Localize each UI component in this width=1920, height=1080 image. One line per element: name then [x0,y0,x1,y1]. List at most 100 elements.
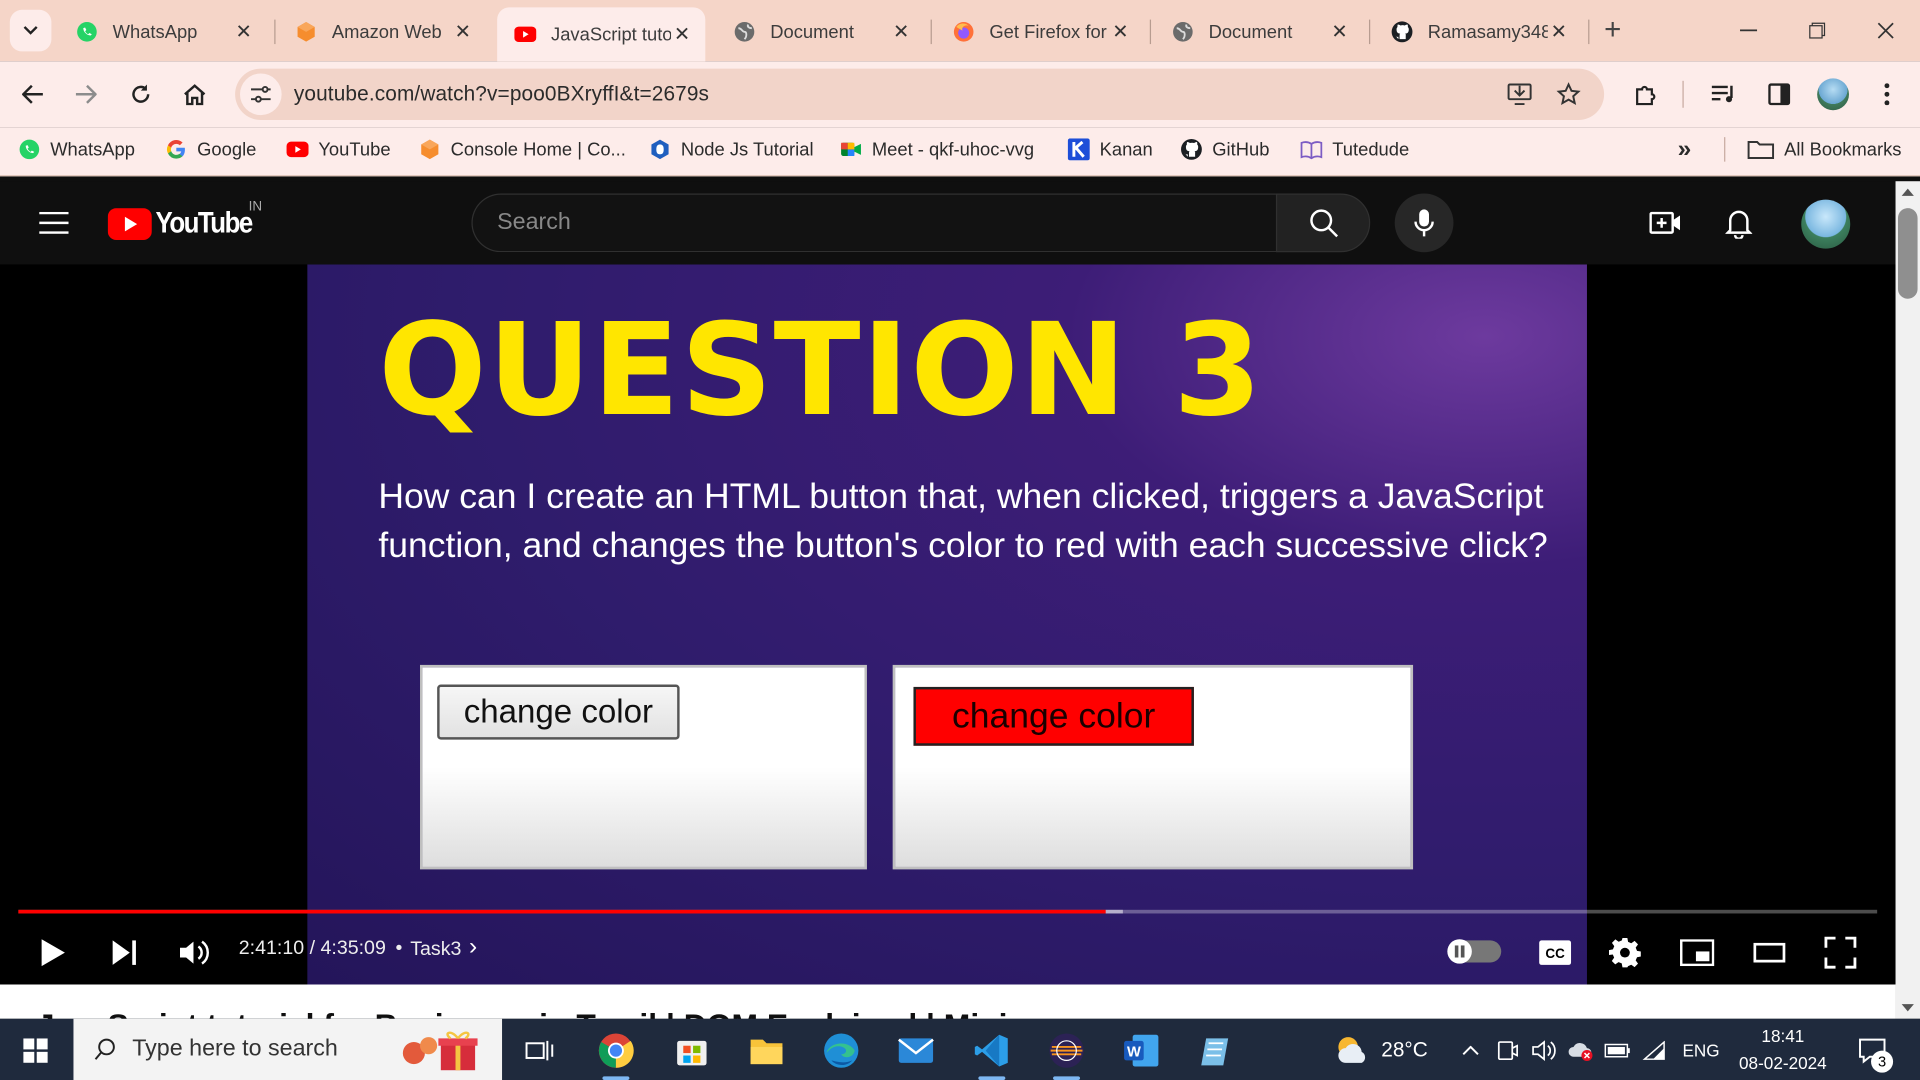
install-icon [1507,83,1532,106]
tab-document-2[interactable]: Document ✕ [1155,10,1363,54]
page-scrollbar[interactable] [1895,181,1920,1019]
edge-taskbar-button[interactable] [820,1030,862,1072]
theater-mode-button[interactable] [1747,931,1791,975]
eclipse-taskbar-button[interactable] [1046,1030,1088,1080]
account-avatar[interactable] [1801,199,1851,249]
scroll-up-icon[interactable] [1901,188,1914,196]
scroll-thumb[interactable] [1897,208,1918,299]
tab-amazon-web[interactable]: Amazon Web ✕ [278,10,486,54]
close-window-button[interactable] [1866,11,1905,50]
bookmarks-bar: WhatsApp Google YouTube Console Home | C… [0,127,1920,177]
bookmark-whatsapp[interactable]: WhatsApp [18,127,135,171]
bookmark-label: Tutedude [1332,138,1410,160]
profile-button[interactable] [1813,75,1852,114]
miniplayer-button[interactable] [1675,931,1719,975]
tab-search-button[interactable] [9,9,52,52]
new-tab-button[interactable]: + [1593,11,1632,50]
tab-whatsapp[interactable]: WhatsApp ✕ [59,10,267,54]
settings-button[interactable] [1603,931,1647,975]
video-player[interactable]: QUESTION 3 How can I create an HTML butt… [0,264,1896,985]
extensions-button[interactable] [1626,75,1665,114]
clock-time[interactable]: 18:41 [1739,1026,1827,1046]
mute-button[interactable] [173,931,217,975]
tab-get-firefox[interactable]: Get Firefox for ✕ [936,10,1144,54]
minimize-button[interactable] [1729,11,1768,50]
clock-date[interactable]: 08-02-2024 [1729,1053,1837,1073]
scroll-down-icon[interactable] [1901,1004,1914,1012]
youtube-logo[interactable]: YouTube IN [107,200,265,241]
close-icon[interactable]: ✕ [1548,20,1570,44]
notes-icon [1201,1038,1229,1066]
bookmark-node-js-tutorial[interactable]: Node Js Tutorial [649,127,814,171]
tab-title: Document [1208,21,1293,43]
word-taskbar-button[interactable]: W [1120,1030,1162,1072]
close-icon[interactable]: ✕ [671,22,693,46]
miniplayer-icon [1680,939,1715,967]
bookmark-star-button[interactable] [1549,75,1588,114]
address-bar[interactable]: youtube.com/watch?v=poo0BXryffI&t=2679s [235,68,1605,121]
voice-search-button[interactable] [1394,193,1454,253]
autoplay-toggle[interactable] [1447,939,1502,964]
show-hidden-icons-button[interactable] [1455,1030,1487,1072]
close-icon[interactable]: ✕ [1329,20,1351,44]
battery-icon[interactable] [1602,1030,1634,1072]
task-view-icon [525,1040,554,1061]
chapter-button[interactable]: Task3 [410,939,461,961]
taskbar-search-input[interactable]: Type here to search [73,1018,503,1080]
restore-button[interactable] [1798,11,1837,50]
vscode-taskbar-button[interactable] [971,1030,1013,1080]
youtube-search-input[interactable]: Search [471,193,1278,253]
media-controls-button[interactable] [1705,75,1744,114]
meet-now-icon[interactable] [1491,1030,1523,1072]
closed-captions-icon: CC [1539,940,1572,965]
next-button[interactable] [103,931,147,975]
tab-document-1[interactable]: Document ✕ [716,10,924,54]
tab-github-ramasamy[interactable]: Ramasamy348 ✕ [1374,10,1582,54]
subtitles-button[interactable]: CC [1533,931,1577,975]
close-icon[interactable]: ✕ [452,20,474,44]
search-button[interactable] [1275,193,1371,253]
bookmark-meet[interactable]: Meet - qkf-uhoc-vvg [840,127,1034,171]
tab-javascript-tutorial[interactable]: JavaScript tuto ✕ [497,7,706,62]
side-panel-button[interactable] [1760,75,1799,114]
create-button[interactable] [1646,203,1685,242]
bookmark-youtube[interactable]: YouTube [286,127,391,171]
onedrive-error-icon[interactable] [1565,1030,1597,1072]
mail-taskbar-button[interactable] [895,1030,937,1072]
close-icon[interactable]: ✕ [1109,20,1131,44]
globe-icon [1172,21,1194,43]
wifi-icon[interactable] [1638,1030,1670,1072]
forward-button[interactable] [66,75,105,114]
bookmark-github[interactable]: GitHub [1180,127,1269,171]
file-explorer-taskbar-button[interactable] [746,1030,788,1072]
speaker-icon[interactable] [1528,1030,1560,1072]
task-view-button[interactable] [519,1030,561,1072]
menu-button[interactable] [1867,75,1906,114]
close-icon[interactable]: ✕ [890,20,912,44]
chevron-right-icon[interactable]: › [469,933,477,961]
site-info-button[interactable] [240,73,282,116]
language-indicator[interactable]: ENG [1682,1041,1719,1061]
close-icon[interactable]: ✕ [233,20,255,44]
install-app-button[interactable] [1501,75,1540,114]
store-taskbar-button[interactable] [671,1030,713,1072]
bookmark-kanan[interactable]: Kanan [1067,127,1153,171]
notification-center-button[interactable]: 3 [1851,1030,1894,1073]
progress-bar[interactable] [18,909,1878,914]
chrome-taskbar-button[interactable] [595,1030,637,1080]
home-button[interactable] [175,75,214,114]
reload-button[interactable] [121,75,160,114]
play-button[interactable] [31,931,75,975]
bookmark-google[interactable]: Google [165,127,256,171]
start-button[interactable] [15,1030,57,1072]
bookmark-console-home[interactable]: Console Home | Co... [419,127,626,171]
all-bookmarks-button[interactable]: All Bookmarks [1747,127,1901,171]
fullscreen-button[interactable] [1818,931,1862,975]
notifications-button[interactable] [1719,203,1758,242]
bookmark-tutedude[interactable]: Tutedude [1300,127,1409,171]
app-taskbar-button[interactable] [1195,1030,1237,1072]
back-button[interactable] [13,75,52,114]
guide-menu-button[interactable] [34,203,73,242]
bookmarks-overflow-button[interactable]: » [1678,127,1692,171]
weather-widget[interactable] [1332,1030,1374,1072]
